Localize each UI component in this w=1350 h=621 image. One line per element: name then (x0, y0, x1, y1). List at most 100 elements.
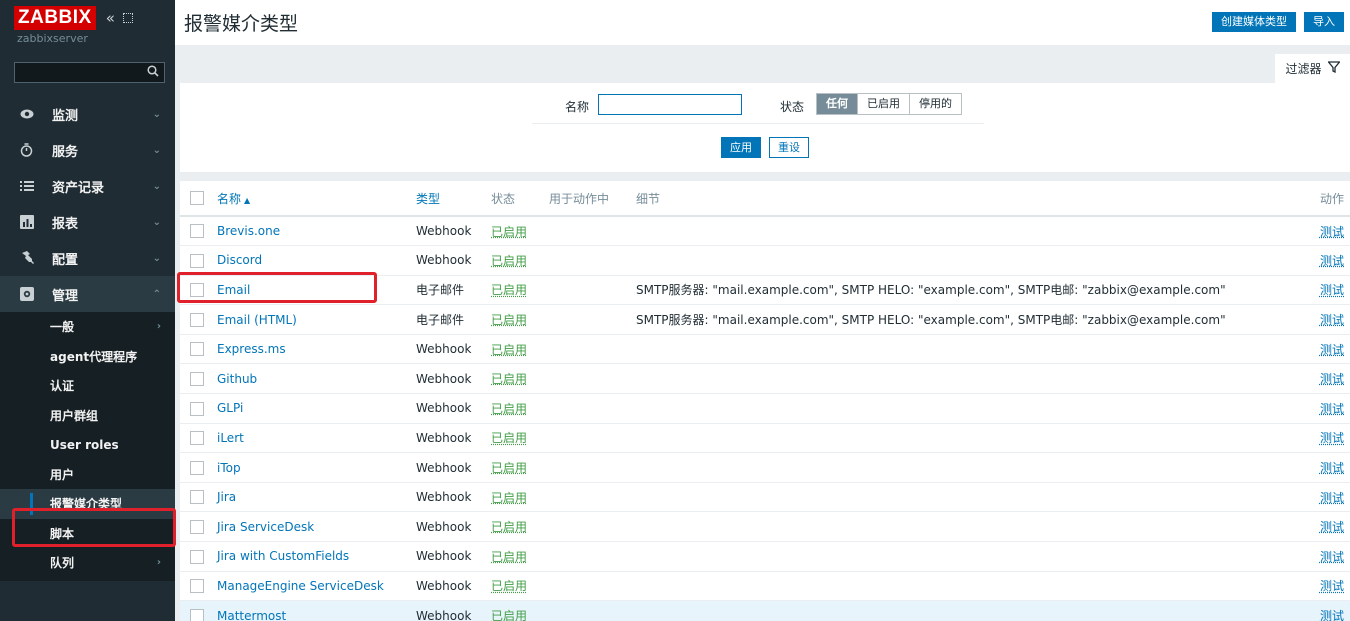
search-icon[interactable] (147, 65, 159, 81)
media-type-name-link[interactable]: Jira with CustomFields (217, 549, 349, 563)
test-link[interactable]: 测试 (1320, 225, 1344, 239)
row-checkbox[interactable] (190, 401, 204, 416)
media-type-name-link[interactable]: Email (HTML) (217, 313, 297, 327)
menu-item-administration[interactable]: 管理 ⌃ (0, 276, 175, 312)
row-select-cell (180, 363, 217, 395)
filter-tab[interactable]: 过滤器 (1275, 54, 1350, 83)
bar-chart-icon (20, 215, 42, 229)
row-checkbox[interactable] (190, 579, 204, 594)
media-type-name-link[interactable]: Brevis.one (217, 224, 280, 238)
status-toggle-link[interactable]: 已启用 (491, 372, 527, 386)
row-checkbox[interactable] (190, 519, 204, 534)
test-link[interactable]: 测试 (1320, 313, 1344, 327)
media-type-name-link[interactable]: Mattermost (217, 609, 286, 621)
media-type-name-link[interactable]: iLert (217, 431, 244, 445)
media-type-name-link[interactable]: Jira ServiceDesk (217, 520, 314, 534)
create-media-type-button[interactable]: 创建媒体类型 (1212, 12, 1296, 32)
row-checkbox[interactable] (190, 431, 204, 446)
media-type-name-link[interactable]: Discord (217, 253, 262, 267)
row-checkbox[interactable] (190, 283, 204, 298)
zabbix-logo[interactable]: ZABBIX (14, 6, 96, 30)
used-in-actions-cell (549, 304, 636, 335)
row-checkbox[interactable] (190, 224, 204, 239)
media-type-name-link[interactable]: GLPi (217, 401, 243, 415)
media-type-name-link[interactable]: Jira (217, 490, 236, 504)
submenu-label: 队列 (50, 556, 75, 571)
kiosk-mode-icon[interactable] (122, 13, 133, 23)
test-link[interactable]: 测试 (1320, 609, 1344, 621)
type-cell: Webhook (416, 600, 491, 621)
test-link[interactable]: 测试 (1320, 461, 1344, 475)
apply-button[interactable]: 应用 (721, 137, 761, 158)
test-link[interactable]: 测试 (1320, 372, 1344, 386)
test-link[interactable]: 测试 (1320, 550, 1344, 564)
menu-item-inventory[interactable]: 资产记录 ⌄ (0, 168, 175, 204)
sidebar-item-user-roles[interactable]: User roles (0, 430, 175, 460)
media-type-name-link[interactable]: ManageEngine ServiceDesk (217, 579, 384, 593)
reset-button[interactable]: 重设 (769, 137, 809, 158)
details-cell (636, 452, 1310, 483)
test-link[interactable]: 测试 (1320, 579, 1344, 593)
sidebar-item-user-groups[interactable]: 用户群组 (0, 401, 175, 431)
status-toggle-link[interactable]: 已启用 (491, 461, 527, 475)
media-type-name-link[interactable]: Github (217, 372, 257, 386)
menu-item-configuration[interactable]: 配置 ⌄ (0, 240, 175, 276)
sidebar-item-authentication[interactable]: 认证 (0, 371, 175, 401)
sidebar-item-media-types[interactable]: 报警媒介类型 (0, 489, 175, 519)
used-in-actions-cell (549, 571, 636, 602)
status-option-any[interactable]: 任何 (817, 94, 858, 114)
status-option-disabled[interactable]: 停用的 (910, 94, 961, 114)
sidebar-search-input[interactable] (15, 63, 164, 82)
row-checkbox[interactable] (190, 342, 204, 357)
row-checkbox[interactable] (190, 549, 204, 564)
collapse-sidebar-icon[interactable]: « (106, 9, 115, 27)
sidebar-item-general[interactable]: 一般 › (0, 312, 175, 342)
status-toggle-link[interactable]: 已启用 (491, 550, 527, 564)
status-toggle-link[interactable]: 已启用 (491, 343, 527, 357)
type-cell: Webhook (416, 541, 491, 572)
status-toggle-link[interactable]: 已启用 (491, 491, 527, 505)
status-toggle-link[interactable]: 已启用 (491, 254, 527, 268)
status-toggle-link[interactable]: 已启用 (491, 225, 527, 239)
media-type-name-link[interactable]: Email (217, 283, 250, 297)
sidebar-item-users[interactable]: 用户 (0, 460, 175, 490)
test-link[interactable]: 测试 (1320, 491, 1344, 505)
row-checkbox[interactable] (190, 490, 204, 505)
import-button[interactable]: 导入 (1304, 12, 1344, 32)
test-link[interactable]: 测试 (1320, 431, 1344, 445)
row-checkbox[interactable] (190, 253, 204, 268)
row-checkbox[interactable] (190, 460, 204, 475)
menu-item-reports[interactable]: 报表 ⌄ (0, 204, 175, 240)
row-checkbox[interactable] (190, 372, 204, 387)
column-name[interactable]: 名称 ▲ (217, 181, 416, 217)
status-toggle-link[interactable]: 已启用 (491, 431, 527, 445)
media-type-name-link[interactable]: Express.ms (217, 342, 286, 356)
main-menu: 监测 ⌄ 服务 ⌄ 资产记录 ⌄ 报表 ⌄ 配置 ⌄ 管理 ⌃ 一般 › age… (0, 96, 175, 581)
select-all-checkbox[interactable] (190, 191, 204, 206)
status-toggle-link[interactable]: 已启用 (491, 402, 527, 416)
test-link[interactable]: 测试 (1320, 283, 1344, 297)
sidebar-item-queue[interactable]: 队列 › (0, 548, 175, 578)
menu-item-services[interactable]: 服务 ⌄ (0, 132, 175, 168)
submenu-label: 认证 (50, 379, 75, 394)
status-toggle-link[interactable]: 已启用 (491, 579, 527, 593)
sidebar-item-scripts[interactable]: 脚本 (0, 519, 175, 549)
menu-item-monitoring[interactable]: 监测 ⌄ (0, 96, 175, 132)
action-cell: 测试 (1310, 600, 1350, 621)
filter-name-input[interactable] (598, 94, 742, 115)
column-type[interactable]: 类型 (416, 181, 491, 217)
row-checkbox[interactable] (190, 312, 204, 327)
row-checkbox[interactable] (190, 608, 204, 621)
status-toggle-link[interactable]: 已启用 (491, 609, 527, 621)
status-toggle-link[interactable]: 已启用 (491, 520, 527, 534)
test-link[interactable]: 测试 (1320, 402, 1344, 416)
test-link[interactable]: 测试 (1320, 520, 1344, 534)
test-link[interactable]: 测试 (1320, 343, 1344, 357)
media-type-name-link[interactable]: iTop (217, 461, 241, 475)
status-toggle-link[interactable]: 已启用 (491, 313, 527, 327)
filter-tabbar: 过滤器 (175, 45, 1350, 83)
status-option-enabled[interactable]: 已启用 (858, 94, 910, 114)
sidebar-item-proxies[interactable]: agent代理程序 (0, 342, 175, 372)
test-link[interactable]: 测试 (1320, 254, 1344, 268)
status-toggle-link[interactable]: 已启用 (491, 283, 527, 297)
